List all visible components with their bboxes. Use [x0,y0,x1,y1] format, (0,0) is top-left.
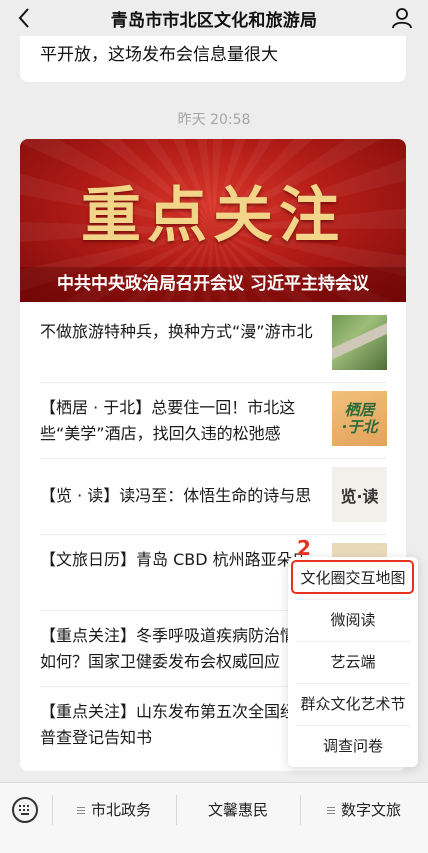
list-item[interactable]: 【览 · 读】读冯至：体悟生命的诗与思 览·读 [40,459,387,535]
annotation-step-number: 2 [297,536,311,560]
article-title: 【文旅日历】青岛 CBD 杭州路亚朵店 [40,550,309,569]
article-title: 【览 · 读】读冯至：体悟生命的诗与思 [40,486,312,505]
menu-item-survey[interactable]: 调查问卷 [296,725,410,767]
back-button[interactable] [10,4,38,32]
banner-subtitle: 中共中央政治局召开会议 习近平主持会议 [20,267,406,302]
article-title: 【重点关注】山东发布第五次全国经济普查登记告知书 [40,702,313,747]
tab-label: 市北政务 [90,801,151,819]
menu-item-yiyunduan[interactable]: 艺云端 [296,641,410,684]
profile-button[interactable] [388,4,416,32]
article-title: 不做旅游特种兵，换种方式“漫”游市北 [40,322,313,341]
keyboard-toggle-button[interactable] [12,797,38,823]
previous-message-text: 平开放，这场发布会信息量很大 [40,45,278,65]
list-item[interactable]: 不做旅游特种兵，换种方式“漫”游市北 [40,307,387,383]
previous-message-card[interactable]: 平开放，这场发布会信息量很大 [20,36,406,82]
thumbnail-text: ·于北 [341,417,378,436]
chevron-left-icon [18,8,29,28]
menu-item-art-festival[interactable]: 群众文化艺术节 [296,683,410,726]
banner-image[interactable]: 重点关注 中共中央政治局召开会议 习近平主持会议 [20,139,406,302]
tab-label: 数字文旅 [340,801,401,819]
tab-wenxin-huimin[interactable]: 文馨惠民 [176,783,300,837]
keyboard-icon [19,805,29,815]
annotation-highlight-box [291,560,414,594]
list-item[interactable]: 【栖居 · 于北】总要住一回！市北这些“美学”酒店，找回久违的松弛感 栖居 ·于… [40,383,387,459]
page-title: 青岛市市北区文化和旅游局 [110,10,318,31]
banner-headline: 重点关注 [81,181,345,251]
thumbnail-text: 栖居 [344,400,375,419]
nav-header: 青岛市市北区文化和旅游局 [0,0,428,36]
menu-item-micro-reading[interactable]: 微阅读 [296,599,410,642]
tab-digital-tourism[interactable]: 数字文旅 [300,783,428,837]
user-icon [392,8,412,29]
menu-lines-icon [326,806,335,815]
bottom-menu-bar: 市北政务 文馨惠民 数字文旅 [0,782,428,853]
thumbnail-text: 览·读 [340,486,379,506]
article-title: 【重点关注】冬季呼吸道疾病防治情况如何？国家卫健委发布会权威回应 [40,626,313,671]
tab-shibei-gov[interactable]: 市北政务 [52,783,176,837]
tab-label: 文馨惠民 [207,801,268,819]
message-timestamp: 昨天 20:58 [177,112,251,128]
article-thumbnail: 栖居 ·于北 [332,391,387,446]
article-thumbnail [332,315,387,370]
menu-lines-icon [76,806,85,815]
article-thumbnail: 览·读 [332,467,387,522]
article-title: 【栖居 · 于北】总要住一回！市北这些“美学”酒店，找回久违的松弛感 [40,398,296,443]
